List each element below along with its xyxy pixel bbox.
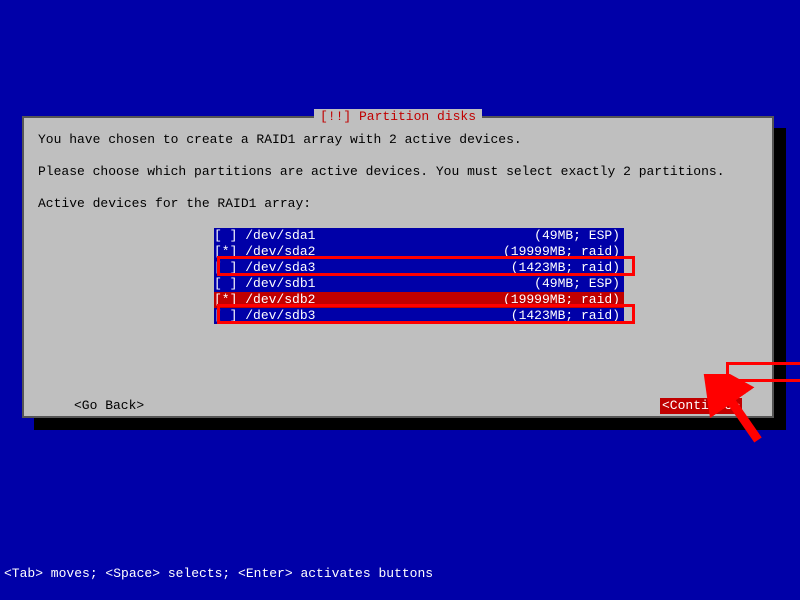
instruction-line-2: Please choose which partitions are activ…	[38, 164, 758, 180]
partition-dialog: [!!] Partition disks You have chosen to …	[22, 116, 774, 418]
partition-row[interactable]: [ ] /dev/sdb1 (49MB; ESP)	[214, 276, 624, 292]
partition-list: [ ] /dev/sda1 (49MB; ESP) [*] /dev/sda2 …	[214, 228, 624, 324]
highlight-annotation	[726, 362, 800, 382]
dialog-title: [!!] Partition disks	[314, 109, 482, 124]
device-info: (1423MB; raid)	[511, 260, 624, 276]
checkbox[interactable]: [ ]	[214, 308, 245, 324]
go-back-button[interactable]: <Go Back>	[74, 398, 144, 414]
checkbox[interactable]: [ ]	[214, 276, 245, 292]
device-path: /dev/sdb2	[245, 292, 315, 308]
device-info: (49MB; ESP)	[534, 228, 624, 244]
help-bar: <Tab> moves; <Space> selects; <Enter> ac…	[4, 566, 433, 582]
partition-row[interactable]: [*] /dev/sdb2 (19999MB; raid)	[214, 292, 624, 308]
device-info: (19999MB; raid)	[503, 244, 624, 260]
partition-row[interactable]: [ ] /dev/sdb3 (1423MB; raid)	[214, 308, 624, 324]
checkbox[interactable]: [*]	[214, 244, 245, 260]
device-path: /dev/sdb1	[245, 276, 315, 292]
device-path: /dev/sdb3	[245, 308, 315, 324]
instruction-line-3: Active devices for the RAID1 array:	[38, 196, 758, 212]
checkbox[interactable]: [*]	[214, 292, 245, 308]
device-info: (19999MB; raid)	[503, 292, 624, 308]
device-info: (49MB; ESP)	[534, 276, 624, 292]
checkbox[interactable]: [ ]	[214, 228, 245, 244]
partition-row[interactable]: [ ] /dev/sda3 (1423MB; raid)	[214, 260, 624, 276]
instruction-line-1: You have chosen to create a RAID1 array …	[38, 132, 758, 148]
device-path: /dev/sda3	[245, 260, 315, 276]
checkbox[interactable]: [ ]	[214, 260, 245, 276]
partition-row[interactable]: [ ] /dev/sda1 (49MB; ESP)	[214, 228, 624, 244]
device-path: /dev/sda2	[245, 244, 315, 260]
device-path: /dev/sda1	[245, 228, 315, 244]
continue-button[interactable]: <Continue>	[660, 398, 742, 414]
partition-row[interactable]: [*] /dev/sda2 (19999MB; raid)	[214, 244, 624, 260]
device-info: (1423MB; raid)	[511, 308, 624, 324]
